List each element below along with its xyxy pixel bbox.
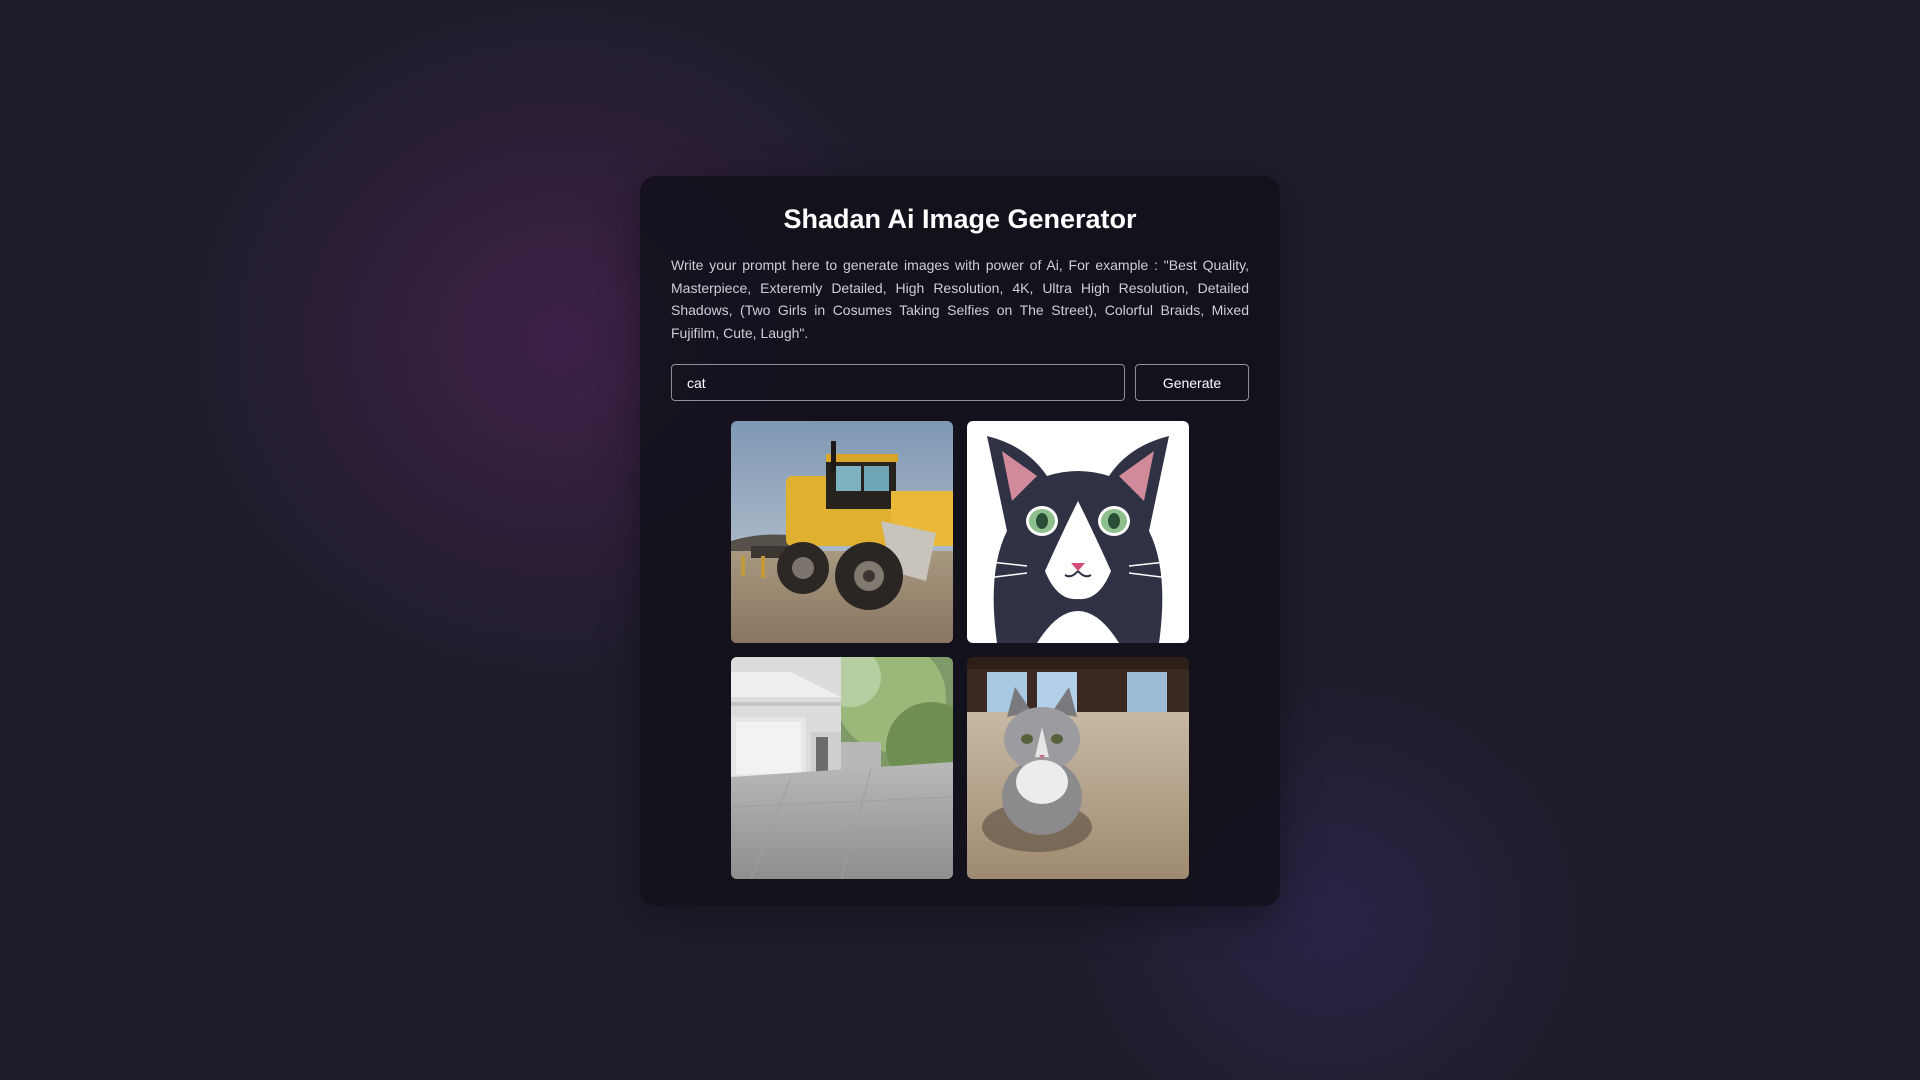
prompt-instructions: Write your prompt here to generate image… [671,257,1249,341]
house-photo-image [731,657,953,879]
image-results-grid [671,421,1249,879]
generate-button[interactable]: Generate [1135,364,1249,401]
prompt-input[interactable] [671,364,1125,401]
result-image-2[interactable] [967,421,1189,643]
result-image-3[interactable] [731,657,953,879]
gray-cat-photo-image [967,657,1189,879]
prompt-row: Generate [671,364,1249,401]
page-title: Shadan Ai Image Generator [783,204,1137,234]
generator-card: Shadan Ai Image Generator Write your pro… [640,176,1280,906]
result-image-4[interactable] [967,657,1189,879]
result-image-1[interactable] [731,421,953,643]
tractor-photo-image [731,421,953,643]
cartoon-cat-image [967,421,1189,643]
